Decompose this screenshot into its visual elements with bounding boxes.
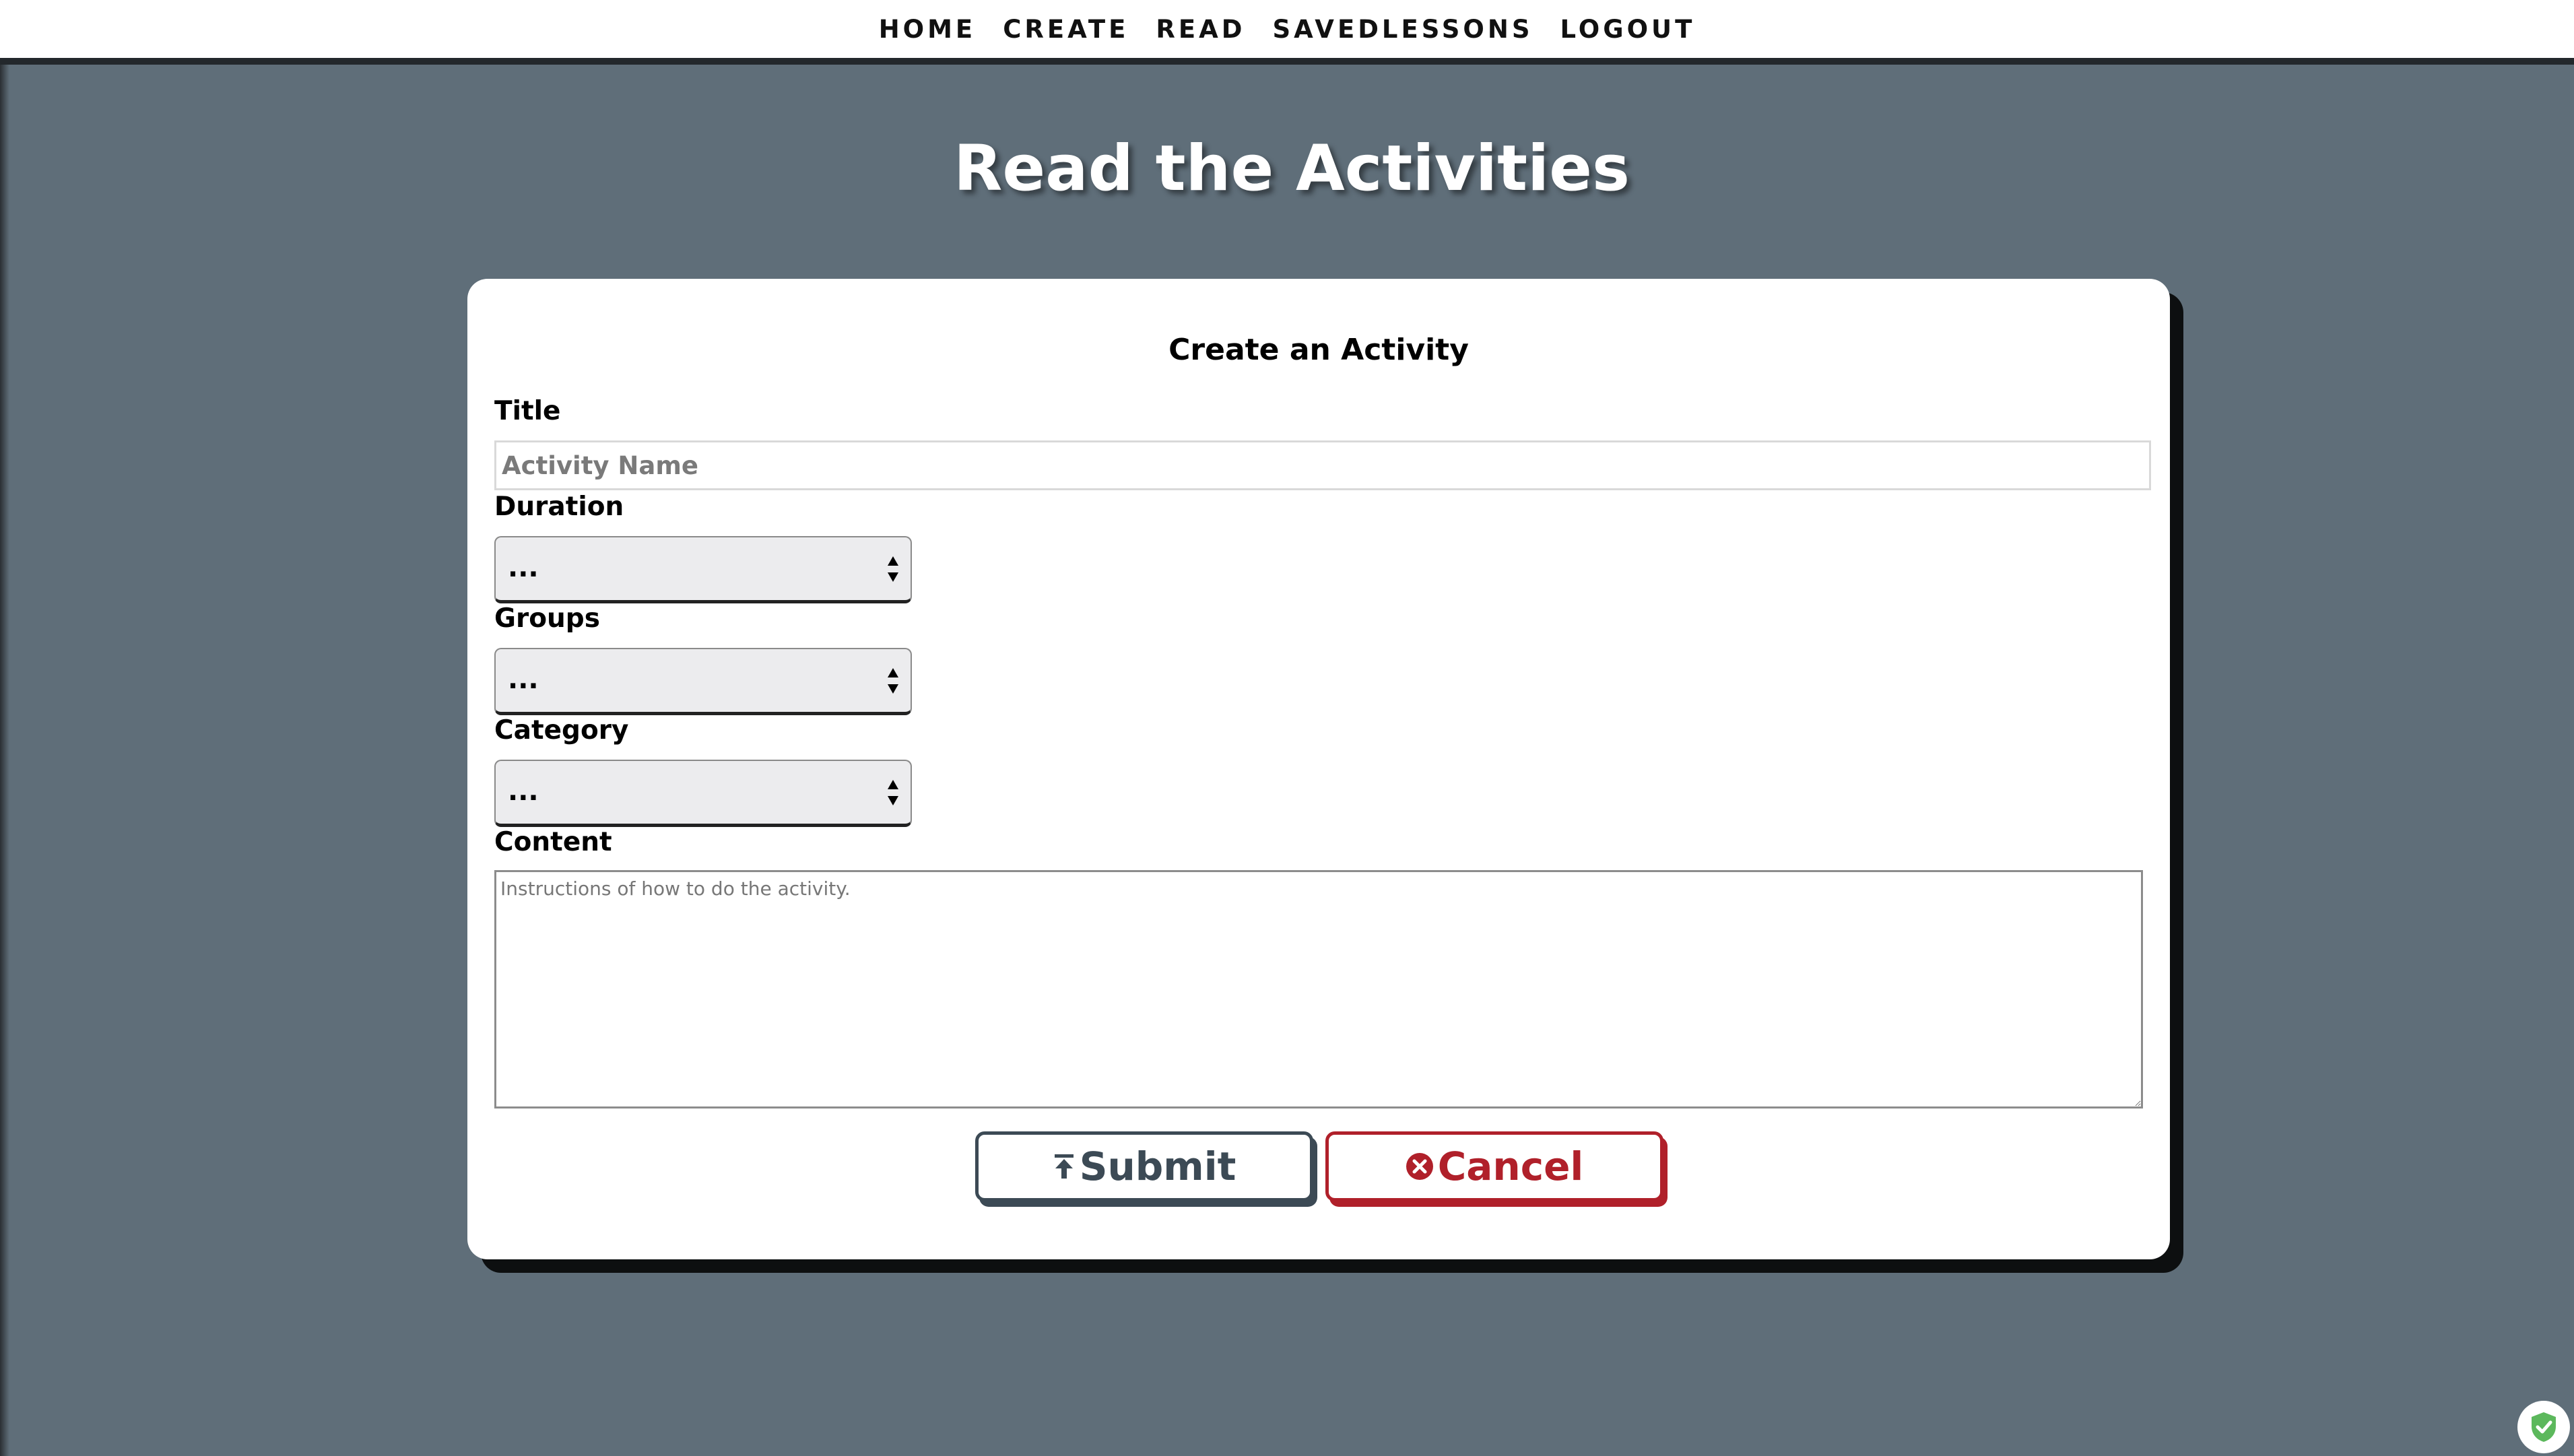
nav-home[interactable]: HOME bbox=[879, 15, 977, 44]
groups-label: Groups bbox=[494, 603, 600, 634]
category-select[interactable]: ... bbox=[494, 760, 912, 827]
title-input[interactable] bbox=[494, 440, 2151, 490]
nav-read[interactable]: READ bbox=[1156, 15, 1245, 44]
top-navbar: HOME CREATE READ SAVEDLESSONS LOGOUT bbox=[0, 0, 2574, 65]
security-badge[interactable] bbox=[2517, 1401, 2570, 1453]
nav-logout[interactable]: LOGOUT bbox=[1560, 15, 1695, 44]
sort-arrows-icon bbox=[888, 668, 898, 694]
groups-select[interactable]: ... bbox=[494, 648, 912, 715]
sort-arrows-icon bbox=[888, 780, 898, 805]
activity-form-card: Create an Activity Title Duration ... Gr… bbox=[467, 279, 2170, 1259]
content-textarea[interactable] bbox=[494, 870, 2143, 1108]
category-select-value: ... bbox=[508, 776, 539, 807]
upload-arrow-icon bbox=[1053, 1153, 1076, 1180]
cancel-button[interactable]: Cancel bbox=[1325, 1131, 1663, 1201]
nav-savedlessons[interactable]: SAVEDLESSONS bbox=[1273, 15, 1533, 44]
submit-button[interactable]: Submit bbox=[975, 1131, 1313, 1201]
cancel-button-label: Cancel bbox=[1437, 1144, 1584, 1189]
groups-select-value: ... bbox=[508, 664, 539, 695]
submit-button-label: Submit bbox=[1079, 1144, 1236, 1189]
duration-select-value: ... bbox=[508, 552, 539, 583]
page-title: Read the Activities bbox=[954, 132, 1630, 205]
title-label: Title bbox=[494, 396, 561, 426]
category-label: Category bbox=[494, 715, 629, 746]
nav-create[interactable]: CREATE bbox=[1003, 15, 1129, 44]
circle-x-icon bbox=[1406, 1152, 1434, 1181]
duration-select[interactable]: ... bbox=[494, 536, 912, 603]
sort-arrows-icon bbox=[888, 556, 898, 582]
content-label: Content bbox=[494, 827, 612, 857]
duration-label: Duration bbox=[494, 492, 624, 522]
shield-check-icon bbox=[2532, 1412, 2556, 1442]
left-edge-shadow bbox=[0, 0, 9, 1456]
form-heading: Create an Activity bbox=[1168, 333, 1469, 367]
